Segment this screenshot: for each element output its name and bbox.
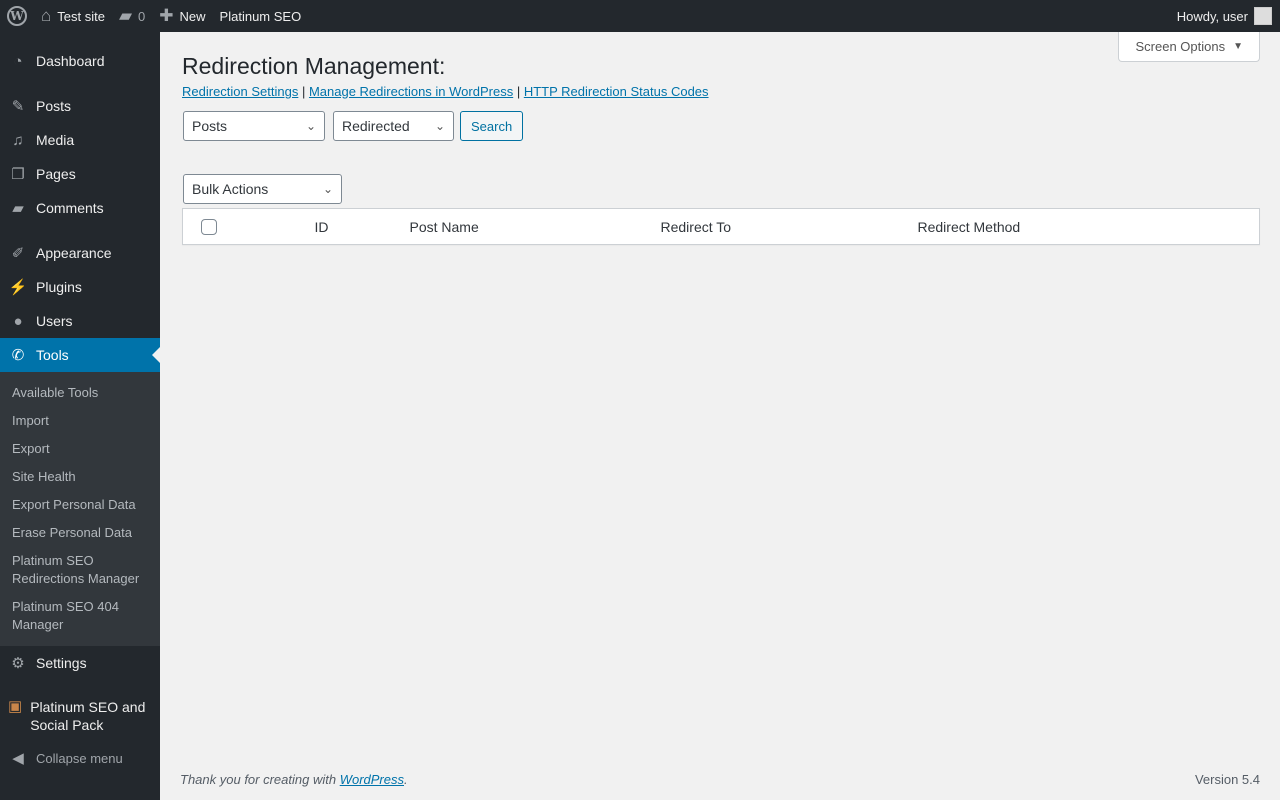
status-codes-link[interactable]: HTTP Redirection Status Codes [524,84,709,99]
menu-label: Posts [36,98,72,114]
bulk-actions-value: Bulk Actions [192,181,269,197]
chevron-down-icon: ⌄ [322,182,333,196]
menu-comments[interactable]: ▰ Comments [0,191,160,225]
thanks-text: Thank you for creating with [180,772,340,787]
platinum-seo-link[interactable]: Platinum SEO [213,0,309,32]
user-icon: ● [13,312,23,330]
chevron-down-icon: ⌄ [305,119,316,133]
menu-users[interactable]: ● Users [0,304,160,338]
settings-icon: ⚙ [11,655,25,672]
column-id[interactable]: ID [315,209,410,245]
comments-link[interactable]: ▰ 0 [112,0,152,32]
status-value: Redirected [342,118,410,134]
menu-settings[interactable]: ⚙ Settings [0,646,160,680]
post-type-select[interactable]: Posts ⌄ [183,111,325,141]
collapse-menu-button[interactable]: ◀ Collapse menu [0,741,160,775]
menu-dashboard[interactable]: ◔ Dashboard [0,44,160,78]
manage-redirections-link[interactable]: Manage Redirections in WordPress [309,84,513,99]
menu-label: Platinum SEO and Social Pack [30,699,146,733]
menu-pages[interactable]: ❐ Pages [0,157,160,191]
site-name-link[interactable]: ⌂ Test site [34,0,112,32]
plug-icon: ⚡ [8,279,28,296]
menu-plugins[interactable]: ⚡ Plugins [0,270,160,304]
select-all-checkbox[interactable] [201,219,217,236]
pages-icon: ❐ [11,166,25,183]
search-button[interactable]: Search [460,111,524,141]
submenu-404-manager[interactable]: Platinum SEO 404 Manager [0,593,160,639]
admin-bar: W ⌂ Test site ▰ 0 ✚ New Platinum SEO Howdy,… [0,0,1280,32]
submenu-export[interactable]: Export [0,435,160,463]
comment-icon: ▰ [12,200,24,217]
bulk-actions-select[interactable]: Bulk Actions ⌄ [183,174,342,204]
brush-icon: ✐ [11,245,25,262]
menu-label: Settings [36,655,87,671]
main-content: Redirection Management: Redirection Sett… [182,32,1260,245]
menu-platinum-seo[interactable]: ▣ Platinum SEO and Social Pack [0,691,160,741]
status-select[interactable]: Redirected ⌄ [333,111,454,141]
menu-label: Collapse menu [36,750,123,766]
submenu-import[interactable]: Import [0,407,160,435]
home-icon: ⌂ [41,6,52,25]
new-content-link[interactable]: ✚ New [152,0,212,32]
page-links: Redirection Settings | Manage Redirectio… [182,84,709,99]
platinum-seo-icon: ▣ [8,698,23,715]
comment-count: 0 [138,8,146,24]
column-post-name[interactable]: Post Name [410,209,661,245]
my-account[interactable]: Howdy, user [1170,0,1280,32]
footer: Thank you for creating with WordPress. V… [180,772,1260,787]
wrench-icon: ✆ [11,347,25,364]
menu-appearance[interactable]: ✐ Appearance [0,236,160,270]
media-icon: ♫ [12,131,24,149]
submenu-erase-personal-data[interactable]: Erase Personal Data [0,519,160,547]
plus-icon: ✚ [159,6,174,25]
dashboard-icon: ◔ [13,52,23,70]
page-title: Redirection Management: [182,53,446,79]
post-type-value: Posts [192,118,228,134]
column-redirect-method[interactable]: Redirect Method [918,209,1260,245]
menu-label: Tools [36,347,69,363]
tools-submenu: Available Tools Import Export Site Healt… [0,372,160,646]
menu-tools[interactable]: ✆ Tools [0,338,160,372]
submenu-export-personal-data[interactable]: Export Personal Data [0,491,160,519]
table-header-row: ID Post Name Redirect To Redirect Method [183,209,1260,245]
pin-icon: ✎ [11,98,25,115]
menu-media[interactable]: ♫ Media [0,123,160,157]
menu-label: Dashboard [36,53,105,69]
menu-label: Media [36,132,75,148]
menu-label: Pages [36,166,76,182]
wp-logo-button[interactable]: W [0,0,34,32]
site-name: Test site [57,8,105,24]
menu-label: Appearance [36,245,112,261]
howdy-label: Howdy, user [1176,8,1248,24]
redirections-table: ID Post Name Redirect To Redirect Method [182,208,1260,245]
menu-label: Users [36,313,73,329]
column-redirect-to[interactable]: Redirect To [661,209,918,245]
redirection-settings-link[interactable]: Redirection Settings [182,84,298,99]
wordpress-link[interactable]: WordPress [340,772,404,787]
submenu-site-health[interactable]: Site Health [0,463,160,491]
comment-icon: ▰ [118,6,133,25]
new-label: New [179,8,206,24]
wordpress-icon: W [7,6,27,26]
submenu-redirections-manager[interactable]: Platinum SEO Redirections Manager [0,547,160,593]
footer-thanks: Thank you for creating with WordPress. [180,772,408,787]
version: Version 5.4 [1194,772,1260,787]
submenu-available-tools[interactable]: Available Tools [0,379,160,407]
platinum-seo-label: Platinum SEO [219,8,302,24]
admin-menu: ◔ Dashboard ✎ Posts ♫ Media ❐ Pages ▰ Comment… [0,32,160,800]
menu-label: Comments [36,200,104,216]
chevron-down-icon: ⌄ [434,119,445,133]
menu-label: Plugins [36,279,82,295]
collapse-icon: ◀ [12,750,24,767]
avatar [1254,7,1272,25]
menu-posts[interactable]: ✎ Posts [0,89,160,123]
